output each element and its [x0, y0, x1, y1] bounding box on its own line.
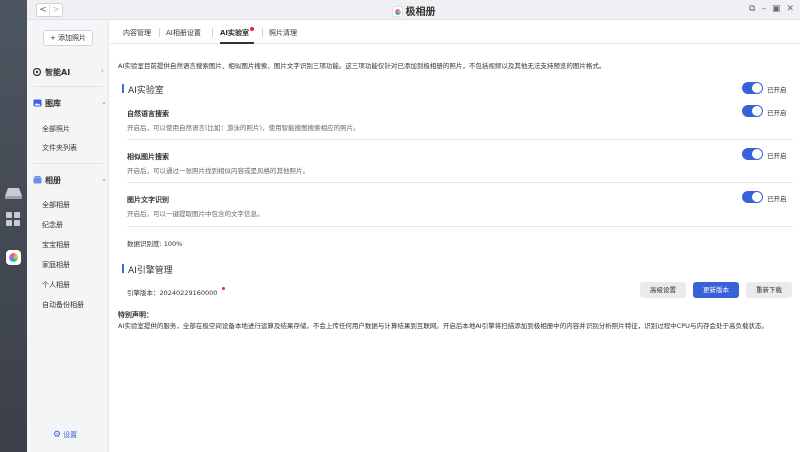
divider — [127, 139, 793, 140]
sidebar-section-ai[interactable]: 智能AI › — [33, 67, 104, 78]
sidebar-item-memorial[interactable]: 纪念册 — [42, 220, 63, 230]
tab-separator — [262, 28, 263, 37]
tab-photo-cleanup[interactable]: 照片清理 — [269, 28, 297, 38]
sidebar-item-baby[interactable]: 宝宝相册 — [42, 240, 70, 250]
update-version-button[interactable]: 更新版本 — [693, 282, 739, 298]
drive-icon[interactable] — [5, 186, 22, 200]
minimize-icon[interactable]: – — [761, 3, 766, 16]
new-badge-dot — [250, 27, 254, 31]
feature-desc: 开启后，可以一键提取图片中包含的文字信息。 — [127, 210, 264, 218]
window-title: 极相册 — [27, 3, 800, 18]
feature-title: 相似图片搜索 — [127, 153, 169, 161]
settings-button[interactable]: ⚙ 设置 — [53, 430, 77, 440]
natural-language-toggle[interactable] — [742, 105, 763, 117]
chevron-right-icon: › — [101, 67, 104, 75]
app-window: < > 极相册 ⧉ – ▣ ✕ + 添加照片 智能AI › 图库 ⌄ 全部照片 文件… — [27, 0, 800, 452]
ai-lab-toggle[interactable] — [742, 82, 763, 94]
divider — [127, 182, 793, 183]
sidebar-item-auto-backup[interactable]: 自动备份相册 — [42, 300, 84, 310]
window-controls: ⧉ – ▣ ✕ — [749, 3, 794, 16]
redownload-button[interactable]: 重新下载 — [746, 282, 792, 298]
chevron-down-icon: ⌄ — [101, 98, 107, 106]
sidebar-item-family[interactable]: 家庭相册 — [42, 260, 70, 270]
engine-section-title: AI引擎管理 — [122, 263, 173, 276]
sidebar-item-personal[interactable]: 个人相册 — [42, 280, 70, 290]
album-icon — [33, 176, 42, 184]
chevron-down-icon: ⌄ — [101, 175, 107, 183]
declaration-text: AI实验室提供的服务，全部在极空间设备本地进行运算及结果存储，不会上传任何用户数… — [118, 322, 768, 330]
add-photo-button[interactable]: + 添加照片 — [43, 30, 93, 46]
update-available-dot — [222, 287, 225, 290]
app-logo-icon — [391, 6, 403, 17]
apps-grid-icon[interactable] — [5, 212, 22, 226]
tab-separator — [212, 28, 213, 37]
advanced-settings-button[interactable]: 高级设置 — [640, 282, 686, 298]
tab-ai-lab[interactable]: AI实验室 — [220, 28, 249, 38]
declaration-title: 特别声明： — [118, 311, 153, 319]
feature-title: 自然语言搜索 — [127, 110, 169, 118]
tab-content-management[interactable]: 内容管理 — [123, 28, 151, 38]
sidebar-divider — [33, 163, 103, 164]
similar-image-toggle[interactable] — [742, 148, 763, 160]
tab-ai-album-settings[interactable]: AI相册设置 — [166, 28, 201, 38]
ai-lab-section-title: AI实验室 — [122, 83, 164, 96]
feature-desc: 开启后，可以通过一张照片找到相似内容或是风格的其他照片。 — [127, 167, 309, 175]
desktop-dock — [0, 0, 27, 452]
feature-status: 已开启 — [767, 195, 787, 203]
sidebar: + 添加照片 智能AI › 图库 ⌄ 全部照片 文件夹列表 相册 ⌄ 全部相册 纪念册… — [27, 20, 109, 452]
main-content: 内容管理 AI相册设置 AI实验室 照片清理 AI实验室目前提供自然语言搜索图片… — [110, 20, 800, 452]
feature-status: 已开启 — [767, 109, 787, 117]
sidebar-item-all-photos[interactable]: 全部照片 — [42, 124, 70, 134]
tab-separator — [159, 28, 160, 37]
ai-lab-status: 已开启 — [767, 86, 787, 94]
titlebar: < > 极相册 ⧉ – ▣ ✕ — [27, 0, 800, 20]
gear-icon: ⚙ — [53, 430, 62, 440]
tab-bar: 内容管理 AI相册设置 AI实验室 照片清理 — [110, 20, 800, 44]
text-recognition-toggle[interactable] — [742, 191, 763, 203]
maximize-icon[interactable]: ▣ — [772, 3, 781, 16]
recognition-progress: 数据识别度: 100% — [127, 240, 183, 248]
sidebar-item-all-albums[interactable]: 全部相册 — [42, 200, 70, 210]
active-tab-underline — [220, 42, 254, 44]
photo-app-icon[interactable] — [6, 250, 21, 265]
feature-title: 图片文字识别 — [127, 196, 169, 204]
intro-text: AI实验室目前提供自然语言搜索图片、相似图片搜索、图片文字识别三项功能。这三项功… — [118, 62, 606, 70]
image-icon — [33, 99, 42, 107]
restore-icon[interactable]: ⧉ — [749, 3, 755, 16]
close-icon[interactable]: ✕ — [786, 3, 794, 16]
sidebar-section-albums[interactable]: 相册 ⌄ — [33, 175, 107, 186]
sidebar-item-folders[interactable]: 文件夹列表 — [42, 143, 77, 153]
ai-icon — [33, 68, 42, 76]
sidebar-divider — [33, 86, 103, 87]
feature-status: 已开启 — [767, 152, 787, 160]
divider — [127, 226, 793, 227]
engine-version: 引擎版本：20240229160000 — [127, 289, 218, 297]
sidebar-section-library[interactable]: 图库 ⌄ — [33, 98, 107, 109]
feature-desc: 开启后，可以使用自然语言(比如：游泳的照片)，使用智能搜图搜索相应的照片。 — [127, 124, 360, 132]
